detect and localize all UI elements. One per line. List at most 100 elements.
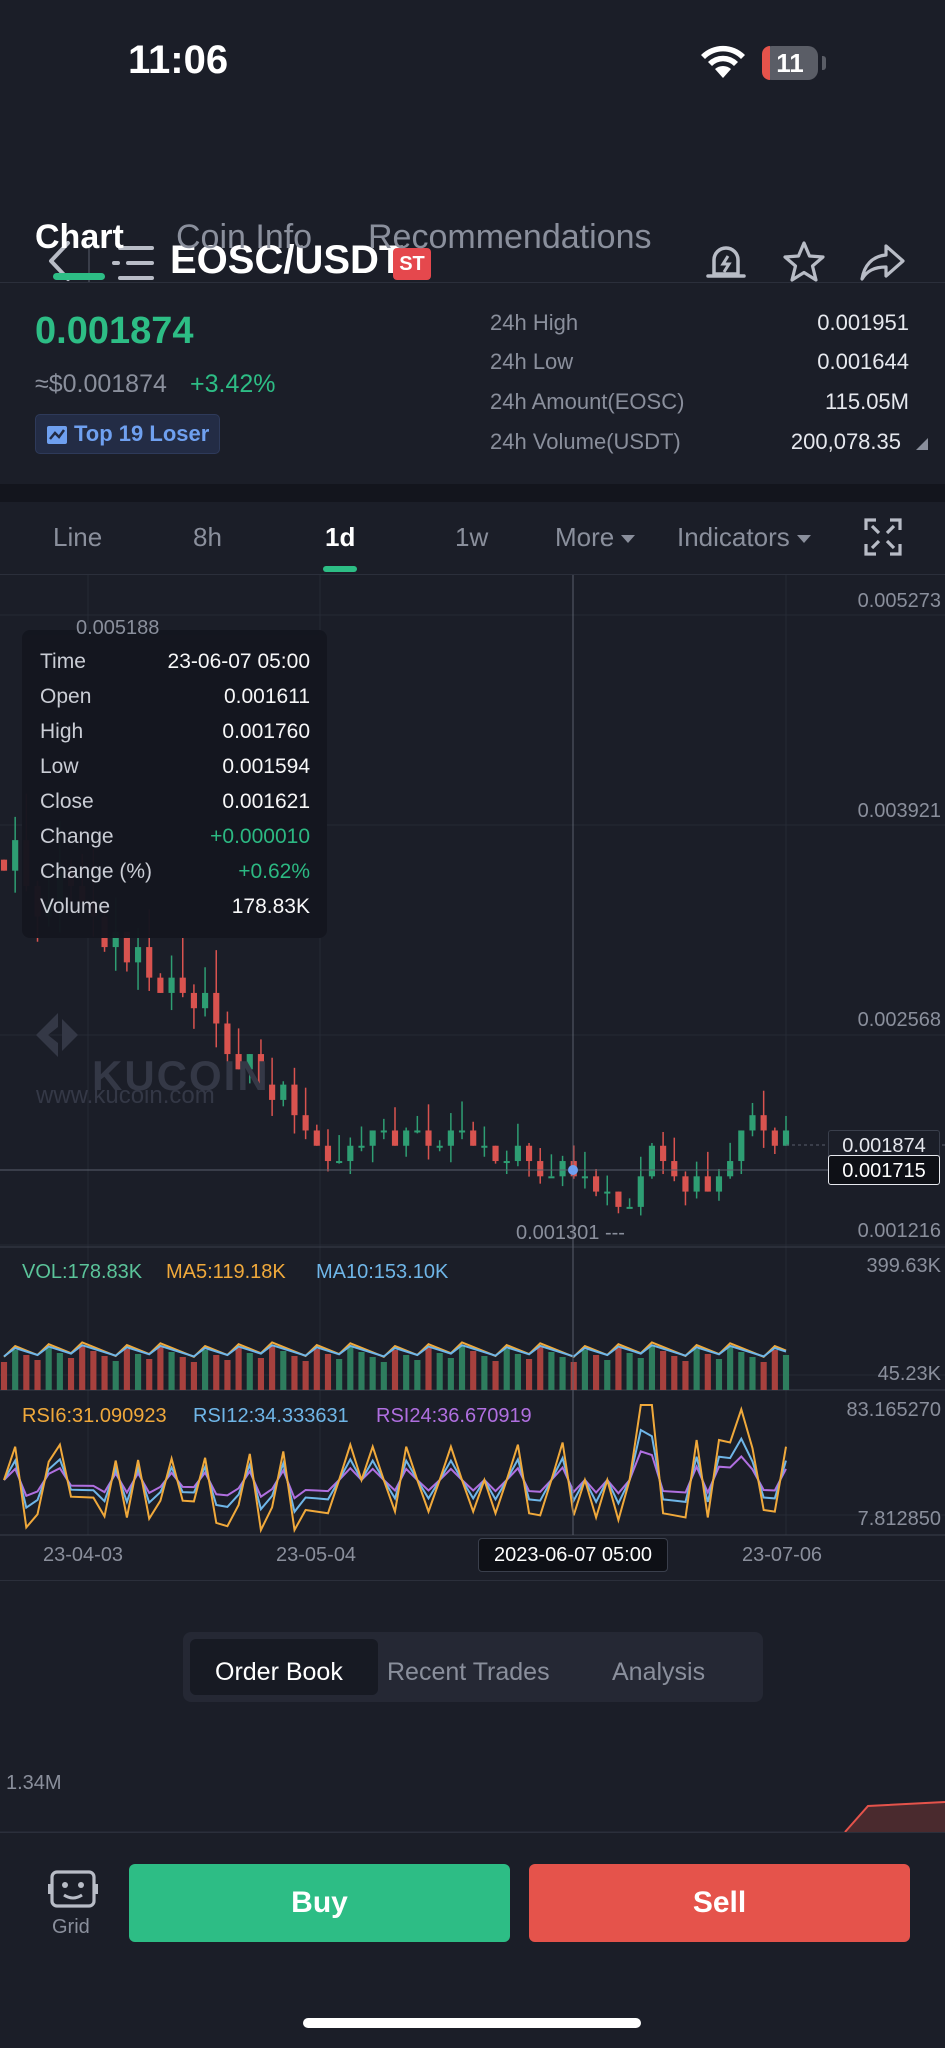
candle bbox=[291, 1084, 298, 1116]
candle bbox=[336, 1161, 343, 1164]
volume-bar bbox=[45, 1348, 52, 1390]
candle bbox=[481, 1145, 488, 1148]
star-icon[interactable] bbox=[782, 240, 826, 284]
ma10-label: MA10:153.10K bbox=[316, 1261, 449, 1283]
home-indicator bbox=[303, 2018, 641, 2028]
volume-bar bbox=[134, 1354, 142, 1390]
volume-bar bbox=[123, 1349, 130, 1390]
candle bbox=[648, 1145, 656, 1177]
volume-bar bbox=[604, 1360, 611, 1390]
candle bbox=[660, 1145, 667, 1162]
tab-analysis[interactable]: Analysis bbox=[612, 1658, 705, 1687]
timeframe-line[interactable]: Line bbox=[53, 522, 102, 553]
candle bbox=[548, 1176, 555, 1179]
tab-order-book[interactable]: Order Book bbox=[215, 1658, 343, 1687]
indicators-menu[interactable]: Indicators bbox=[677, 522, 812, 553]
vol-label: VOL:178.83K bbox=[22, 1261, 143, 1283]
wifi-icon bbox=[701, 45, 745, 78]
tab-chart[interactable]: Chart bbox=[35, 218, 124, 257]
tooltip-key: Change bbox=[40, 825, 114, 848]
candle bbox=[771, 1130, 778, 1146]
status-bar: 11:06 11 bbox=[0, 0, 945, 120]
nav-header: EOSC/USDT ST bbox=[0, 118, 945, 282]
tab-recommendations[interactable]: Recommendations bbox=[368, 218, 651, 257]
volume-bar bbox=[391, 1350, 399, 1390]
tooltip-value: 0.001594 bbox=[222, 755, 310, 778]
tab-recent-trades[interactable]: Recent Trades bbox=[387, 1658, 550, 1687]
volume-bar bbox=[67, 1358, 75, 1390]
grid-label: Grid bbox=[52, 1916, 90, 1938]
candle bbox=[704, 1176, 711, 1192]
candle bbox=[715, 1176, 723, 1192]
fullscreen-icon[interactable] bbox=[864, 518, 902, 556]
timeframe-1d[interactable]: 1d bbox=[325, 522, 355, 553]
stat-value-volume: 200,078.35 bbox=[790, 429, 901, 454]
volume-bar bbox=[23, 1355, 30, 1390]
alert-bell-icon[interactable] bbox=[704, 240, 748, 284]
volume-bar bbox=[269, 1346, 276, 1390]
candle bbox=[369, 1130, 376, 1146]
timeframe-1w[interactable]: 1w bbox=[455, 522, 488, 553]
stat-label-low: 24h Low bbox=[490, 349, 574, 374]
candle bbox=[537, 1161, 544, 1177]
timeframe-active-indicator bbox=[323, 566, 357, 572]
price-axis-tick: 0.005273 bbox=[857, 590, 941, 612]
volume-bar bbox=[470, 1351, 477, 1390]
volume-bar bbox=[593, 1355, 600, 1390]
tooltip-value: +0.62% bbox=[238, 860, 310, 883]
time-axis-tick: 23-04-03 bbox=[43, 1544, 124, 1566]
candle-tooltip: Time 23-06-07 05:00 Open 0.001611 High 0.00… bbox=[22, 630, 327, 938]
volume-bar bbox=[380, 1362, 387, 1390]
volume-bar bbox=[34, 1360, 41, 1390]
candle bbox=[738, 1130, 745, 1162]
tooltip-row: Time 23-06-07 05:00 bbox=[40, 650, 310, 674]
ranking-tag[interactable]: Top 19 Loser bbox=[35, 414, 221, 454]
stat-label-volume: 24h Volume(USDT) bbox=[490, 429, 681, 454]
candle bbox=[626, 1206, 633, 1209]
candle bbox=[146, 947, 153, 978]
tooltip-value: +0.000010 bbox=[210, 825, 310, 848]
timeframe-more[interactable]: More bbox=[555, 522, 636, 553]
tooltip-row: High 0.001760 bbox=[40, 720, 310, 744]
volume-bar bbox=[190, 1362, 197, 1390]
crosshair-dot bbox=[568, 1165, 578, 1175]
grid-bot-icon[interactable] bbox=[48, 1868, 98, 1910]
tooltip-value: 0.001621 bbox=[222, 790, 310, 813]
volume-bar bbox=[0, 1362, 8, 1390]
volume-bar bbox=[213, 1355, 220, 1390]
candle bbox=[269, 1084, 276, 1100]
volume-bar bbox=[146, 1359, 153, 1390]
candle bbox=[581, 1176, 588, 1179]
divider bbox=[0, 282, 945, 283]
candle bbox=[782, 1130, 790, 1146]
candle bbox=[213, 992, 220, 1024]
chart-trend-icon bbox=[47, 426, 67, 445]
candle bbox=[514, 1145, 521, 1162]
candle bbox=[447, 1130, 454, 1146]
volume-bar bbox=[693, 1349, 700, 1390]
tooltip-value: 23-06-07 05:00 bbox=[167, 650, 310, 673]
corner-triangle-icon bbox=[916, 438, 928, 450]
candle bbox=[179, 977, 186, 993]
volume-bar bbox=[570, 1362, 577, 1390]
candle bbox=[525, 1145, 533, 1162]
volume-bar bbox=[715, 1359, 723, 1390]
tooltip-row: Volume 178.83K bbox=[40, 895, 310, 919]
crosshair-price-tag: 0.001715 bbox=[828, 1155, 940, 1185]
buy-button[interactable]: Buy bbox=[129, 1864, 510, 1942]
battery-indicator: 11 bbox=[762, 46, 818, 80]
tooltip-key: Low bbox=[40, 755, 79, 778]
tab-coin-info[interactable]: Coin Info bbox=[176, 218, 312, 257]
stat-label-high: 24h High bbox=[490, 310, 579, 335]
candle bbox=[593, 1176, 600, 1192]
volume-bar bbox=[101, 1356, 108, 1390]
timeframe-8h[interactable]: 8h bbox=[193, 522, 222, 553]
volume-bar bbox=[302, 1361, 309, 1390]
sell-button[interactable]: Sell bbox=[529, 1864, 910, 1942]
depth-chart bbox=[0, 1801, 945, 1833]
volume-bar bbox=[537, 1347, 544, 1390]
share-icon[interactable] bbox=[860, 242, 906, 282]
candle bbox=[380, 1130, 387, 1133]
volume-bar bbox=[257, 1358, 265, 1390]
candle bbox=[559, 1161, 566, 1177]
